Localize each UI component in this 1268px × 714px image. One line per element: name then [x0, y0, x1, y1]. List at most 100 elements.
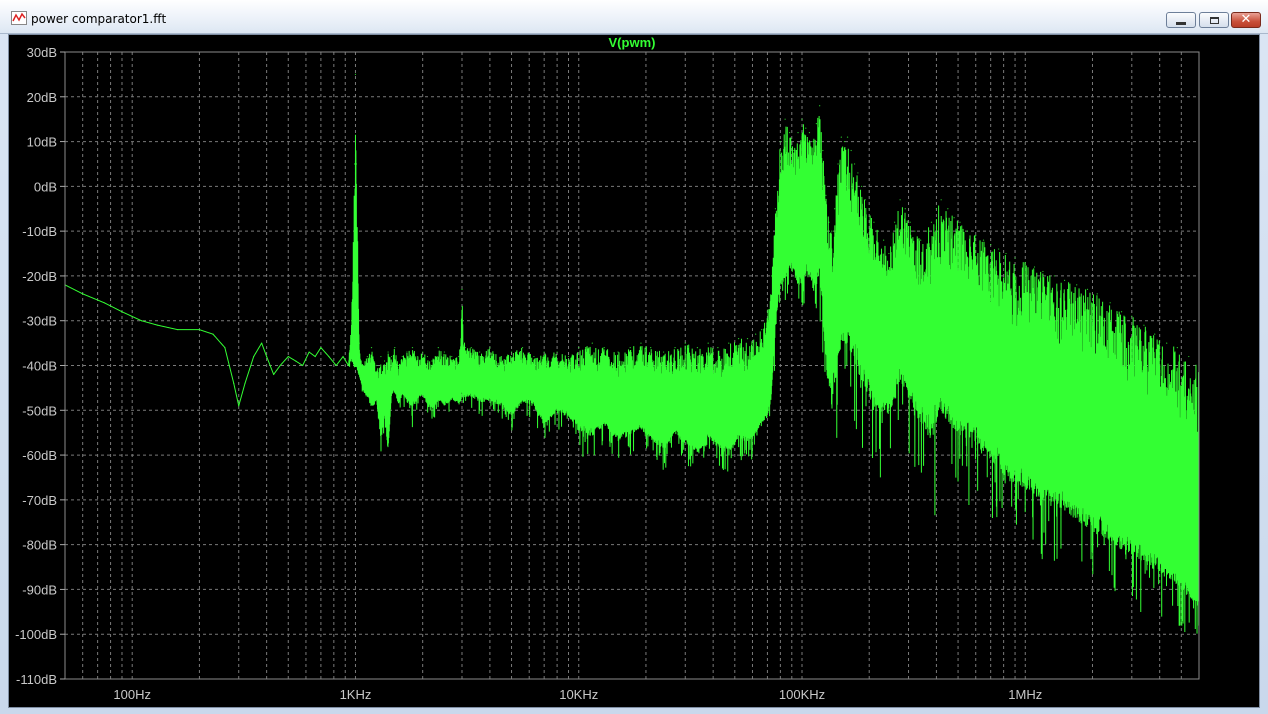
- data-point: [380, 355, 382, 358]
- data-point: [935, 208, 938, 210]
- data-point: [888, 252, 890, 255]
- data-point: [295, 360, 297, 362]
- data-point: [864, 199, 866, 201]
- data-point: [451, 355, 453, 358]
- data-point: [253, 355, 255, 358]
- data-point: [422, 351, 424, 353]
- data-point: [707, 342, 709, 344]
- data-point: [717, 346, 719, 349]
- data-point: [805, 127, 807, 129]
- data-point: [426, 355, 429, 358]
- data-point: [358, 342, 360, 344]
- maximize-button[interactable]: [1199, 12, 1229, 28]
- data-point: [797, 132, 799, 134]
- data-point: [320, 346, 322, 349]
- data-point: [212, 333, 214, 335]
- data-point: [650, 346, 652, 349]
- data-point: [350, 320, 353, 322]
- data-point: [461, 288, 463, 290]
- data-point: [370, 346, 373, 349]
- data-point: [387, 351, 389, 353]
- data-point: [1143, 324, 1145, 326]
- data-point: [793, 149, 795, 152]
- waveform-icon: [11, 11, 27, 25]
- data-point: [140, 320, 143, 322]
- data-point: [543, 351, 545, 353]
- data-point: [437, 346, 439, 349]
- data-point: [177, 329, 179, 331]
- x-tick-label: 1MHz: [1008, 687, 1042, 702]
- data-point: [1109, 302, 1111, 304]
- trace-line: [64, 115, 1200, 634]
- data-point: [244, 382, 246, 385]
- data-point: [761, 329, 763, 331]
- data-point: [394, 346, 396, 349]
- data-point: [975, 235, 977, 237]
- close-button[interactable]: ✕: [1231, 12, 1261, 28]
- data-point: [819, 105, 821, 107]
- data-point: [846, 136, 849, 138]
- x-tick-label: 10KHz: [559, 687, 598, 702]
- data-point: [982, 239, 985, 241]
- data-point: [966, 230, 968, 232]
- data-point: [1188, 355, 1190, 358]
- data-point: [464, 346, 466, 349]
- data-point: [1131, 315, 1133, 317]
- y-tick-label: -80dB: [22, 538, 57, 553]
- data-point: [591, 342, 593, 344]
- data-point: [1076, 284, 1078, 286]
- title-bar[interactable]: power comparator1.fft ✕: [0, 0, 1268, 34]
- data-point: [959, 221, 961, 223]
- data-point: [443, 351, 445, 353]
- data-point: [629, 346, 631, 349]
- minimize-button[interactable]: [1166, 12, 1196, 28]
- data-point: [774, 208, 776, 210]
- data-point: [909, 221, 911, 223]
- data-point: [617, 351, 619, 353]
- data-point: [1053, 275, 1055, 277]
- y-tick-label: 0dB: [34, 179, 57, 194]
- data-point: [899, 199, 901, 201]
- data-point: [801, 118, 803, 120]
- y-tick-label: -40dB: [22, 359, 57, 374]
- data-point: [287, 355, 289, 358]
- y-tick-label: 30dB: [27, 45, 57, 60]
- fft-plot[interactable]: 30dB 20dB 10dB 0dB -10dB -20dB -30dB -40dB -50dB…: [9, 35, 1259, 707]
- data-point: [500, 355, 502, 358]
- data-point: [431, 360, 433, 362]
- y-axis: 30dB 20dB 10dB 0dB -10dB -20dB -30dB -40dB -50dB…: [15, 45, 65, 687]
- data-point: [1166, 342, 1168, 344]
- data-point: [157, 324, 159, 326]
- data-point: [828, 221, 830, 223]
- data-point: [279, 364, 281, 367]
- data-point: [479, 351, 481, 353]
- data-point: [578, 346, 580, 349]
- data-point: [556, 351, 558, 353]
- data-point: [940, 199, 942, 201]
- close-icon: ✕: [1240, 12, 1252, 27]
- data-point: [261, 342, 263, 344]
- data-point: [812, 140, 814, 143]
- data-point: [82, 293, 84, 295]
- data-point: [302, 364, 304, 367]
- data-point: [808, 132, 811, 134]
- data-point: [947, 208, 949, 210]
- data-point: [198, 329, 201, 331]
- data-point: [784, 118, 786, 120]
- data-point: [328, 355, 330, 358]
- data-point: [375, 364, 377, 367]
- y-tick-label: -30dB: [22, 314, 57, 329]
- data-point: [728, 342, 730, 344]
- chart-title[interactable]: V(pwm): [609, 35, 656, 50]
- minimize-icon: [1176, 21, 1186, 25]
- data-point: [121, 311, 123, 313]
- data-point: [674, 346, 676, 349]
- x-tick-label: 100Hz: [113, 687, 151, 702]
- x-tick-label: 100KHz: [779, 687, 825, 702]
- data-point: [1086, 288, 1089, 290]
- plot-pane[interactable]: 30dB 20dB 10dB 0dB -10dB -20dB -30dB -40dB -50dB…: [8, 34, 1260, 708]
- data-point: [663, 351, 665, 353]
- y-tick-label: -50dB: [22, 403, 57, 418]
- x-tick-label: 1KHz: [340, 687, 372, 702]
- data-point: [603, 346, 605, 349]
